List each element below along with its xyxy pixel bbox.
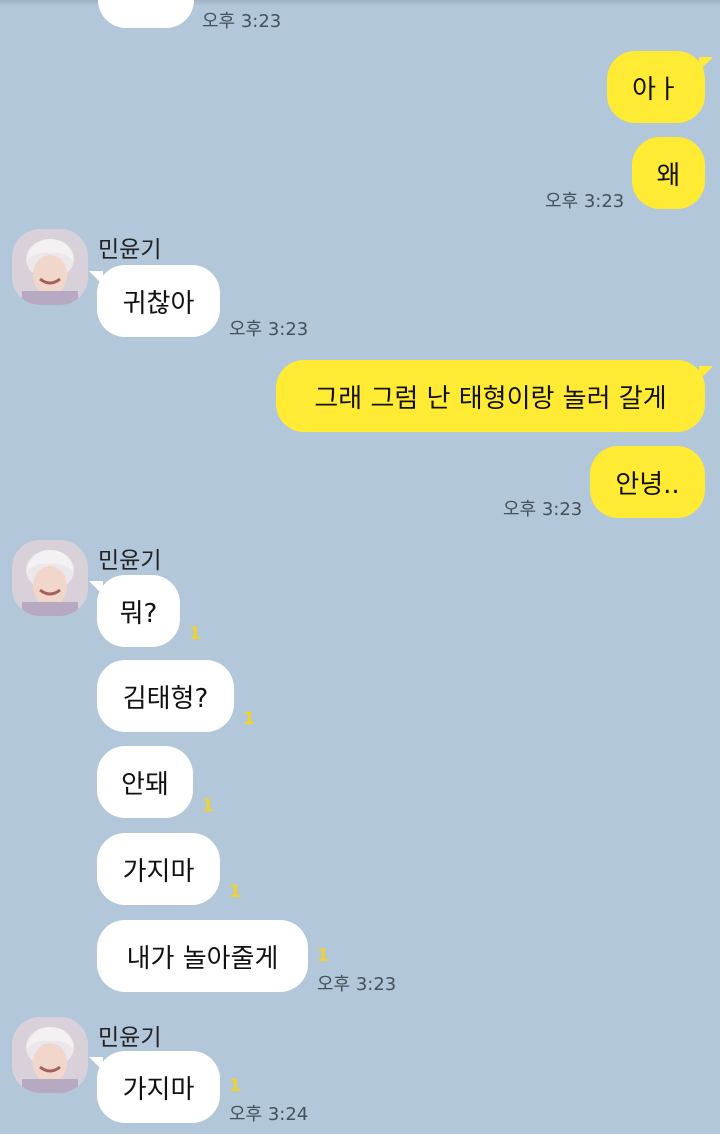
message-bubble[interactable]: 왜	[632, 137, 705, 209]
timestamp: 오후 3:23	[545, 191, 625, 212]
timestamp: 오후 3:23	[202, 11, 282, 32]
message-bubble[interactable]: 가지마	[89, 1051, 220, 1123]
unread-count: 1	[189, 624, 201, 644]
message-bubble[interactable]: 아ㅏ	[607, 51, 713, 123]
sender-name: 민윤기	[98, 548, 162, 574]
timestamp: 오후 3:23	[317, 974, 397, 995]
message-bubble[interactable]: 내가 놀아줄게	[97, 920, 308, 992]
avatar[interactable]	[12, 1017, 88, 1093]
unread-count: 1	[243, 709, 255, 729]
timestamp: 오후 3:23	[503, 499, 583, 520]
unread-count: 1	[229, 1076, 241, 1096]
message-bubble[interactable]: 뭐?	[89, 575, 180, 647]
avatar[interactable]	[12, 229, 88, 305]
timestamp: 오후 3:23	[229, 319, 309, 340]
message-bubble[interactable]: 안돼	[97, 746, 193, 818]
message-bubble[interactable]	[98, 0, 194, 28]
timestamp: 오후 3:24	[229, 1104, 309, 1125]
message-bubble[interactable]: 귀찮아	[89, 265, 220, 337]
message-bubble[interactable]: 그래 그럼 난 태형이랑 놀러 갈게	[276, 360, 713, 432]
unread-count: 1	[202, 796, 214, 816]
unread-count: 1	[317, 946, 329, 966]
unread-count: 1	[229, 882, 241, 902]
sender-name: 민윤기	[98, 1025, 162, 1051]
message-bubble[interactable]: 김태형?	[97, 660, 234, 732]
sender-name: 민윤기	[98, 237, 162, 263]
message-bubble[interactable]: 안녕..	[590, 446, 705, 518]
avatar[interactable]	[12, 540, 88, 616]
message-bubble[interactable]: 가지마	[97, 833, 220, 905]
